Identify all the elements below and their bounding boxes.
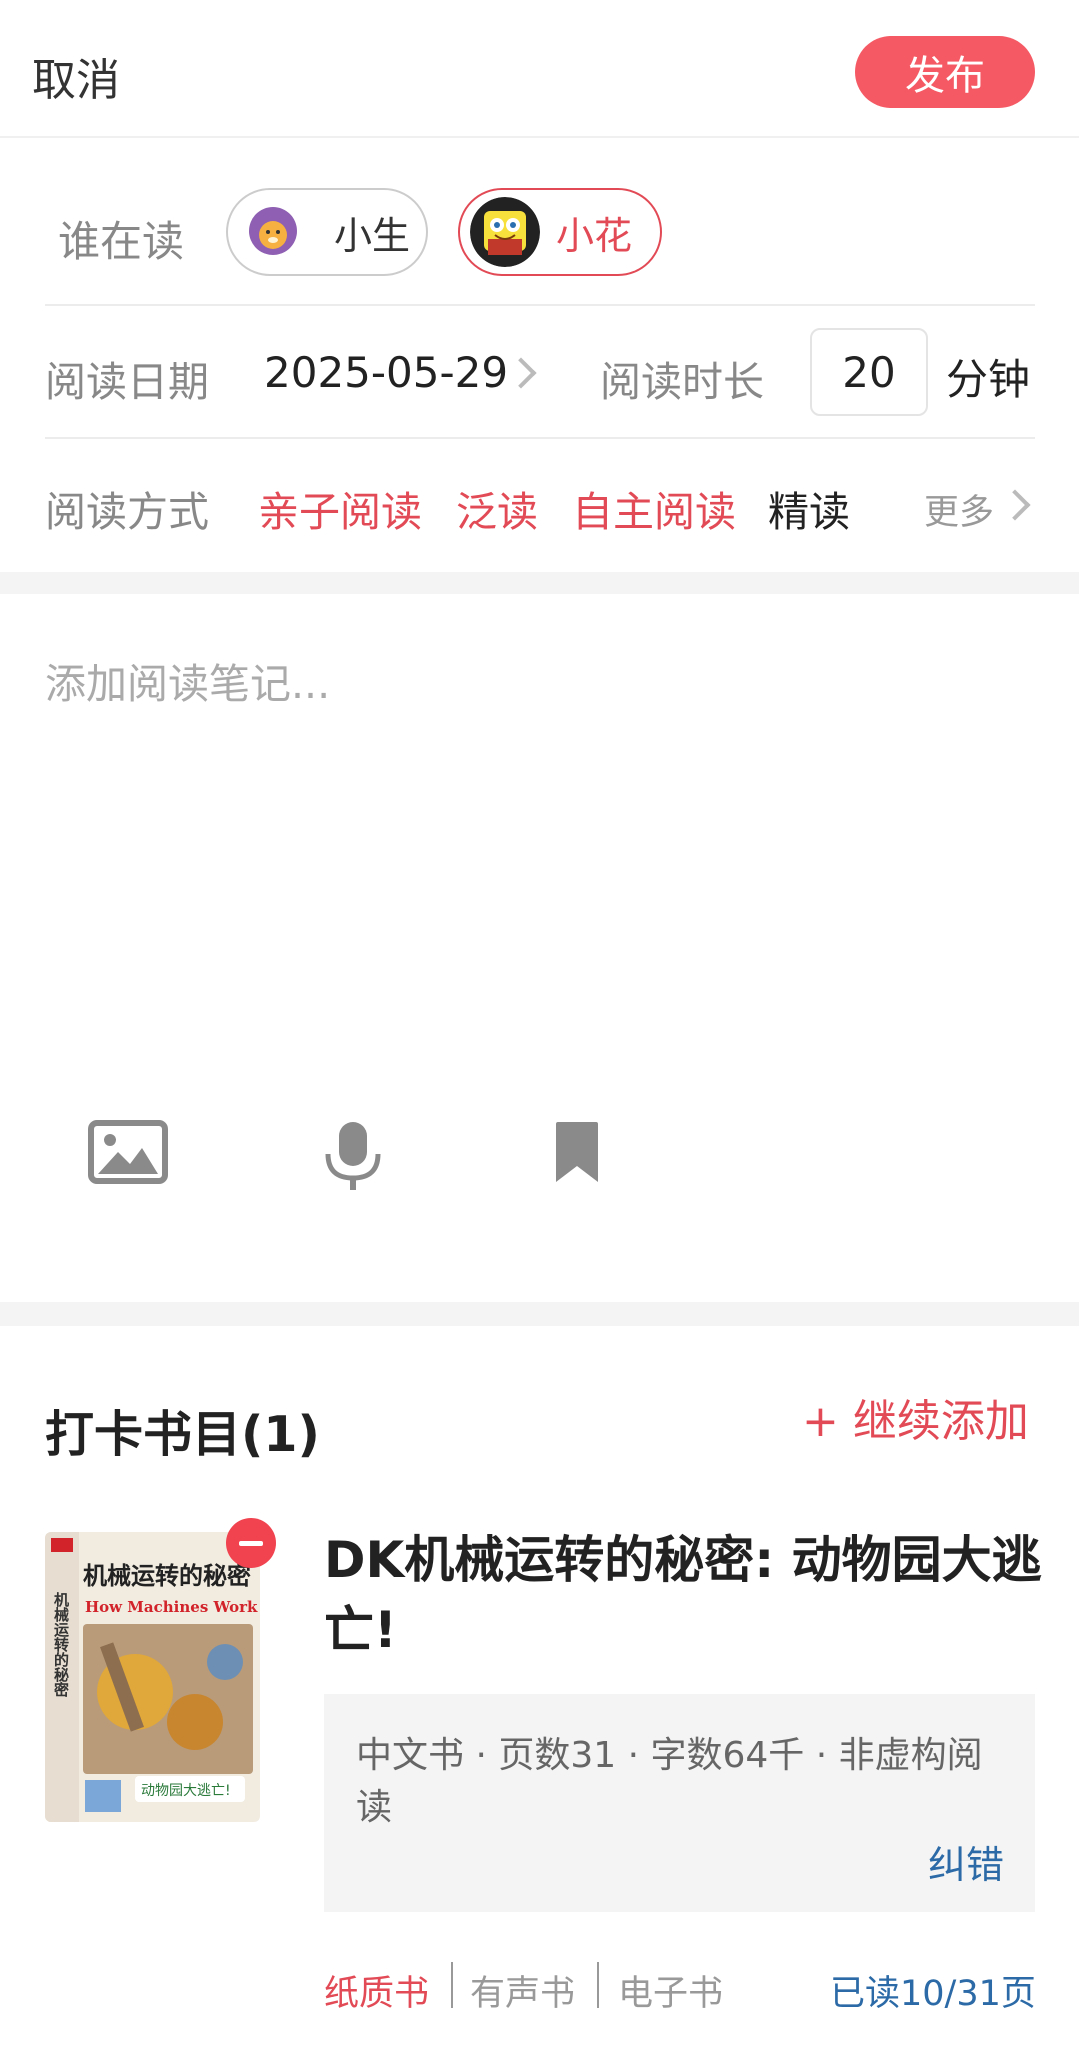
reader-chip-xiaosheng[interactable]: 小生 — [226, 188, 428, 276]
reader-label: 谁在读 — [58, 217, 185, 266]
divider — [597, 1962, 599, 2008]
svg-text:动物园大逃亡!: 动物园大逃亡! — [141, 1783, 231, 1799]
duration-unit: 分钟 — [946, 355, 1031, 404]
section-gap — [0, 572, 1079, 594]
mode-label: 阅读方式 — [45, 488, 209, 536]
report-error-link[interactable]: 纠错 — [928, 1834, 1004, 1889]
chevron-right-icon[interactable] — [999, 489, 1031, 521]
book-info-box: 中文书 · 页数31 · 字数64千 · 非虚构阅读 纠错 — [324, 1694, 1035, 1912]
svg-text:How Machines Work: How Machines Work — [85, 1598, 258, 1616]
mode-option-intensive[interactable]: 精读 — [768, 478, 850, 538]
add-book-button[interactable]: + 继续添加 — [802, 1385, 1029, 1449]
format-ebook[interactable]: 电子书 — [618, 1965, 723, 2016]
reading-mode-row: 阅读方式 亲子阅读 泛读 自主阅读 精读 更多 — [0, 450, 1079, 560]
divider — [45, 304, 1035, 306]
divider — [45, 437, 1035, 439]
cancel-button[interactable]: 取消 — [32, 44, 120, 108]
note-input[interactable]: 添加阅读笔记... — [45, 650, 330, 710]
book-cover[interactable]: 机械运转的秘密 How Machines Work 机械运转的秘密 动物园大逃亡… — [45, 1532, 260, 1822]
reader-name: 小生 — [334, 213, 411, 258]
divider — [451, 1962, 453, 2008]
book-title[interactable]: DK机械运转的秘密: 动物园大逃亡! — [324, 1525, 1044, 1665]
date-duration-row: 阅读日期 2025-05-29 阅读时长 20 分钟 — [0, 318, 1079, 428]
svg-text:机械运转的秘密: 机械运转的秘密 — [52, 1591, 70, 1698]
duration-label: 阅读时长 — [600, 358, 764, 406]
lion-avatar-icon — [238, 197, 308, 267]
sponge-avatar-icon — [470, 197, 540, 267]
reader-chip-xiaohua[interactable]: 小花 — [458, 188, 662, 276]
image-icon[interactable] — [88, 1120, 168, 1188]
top-bar: 取消 发布 — [0, 0, 1079, 138]
chevron-right-icon[interactable] — [505, 357, 537, 389]
reader-name: 小花 — [556, 213, 633, 258]
publish-button[interactable]: 发布 — [855, 36, 1035, 108]
book-list-title: 打卡书目(1) — [45, 1406, 320, 1463]
microphone-icon[interactable] — [322, 1120, 384, 1196]
mode-option-extensive[interactable]: 泛读 — [456, 478, 538, 538]
reader-selector: 谁在读 小生 小花 — [0, 180, 1079, 280]
reading-progress[interactable]: 已读10/31页 — [830, 1965, 1036, 2016]
svg-text:机械运转的秘密: 机械运转的秘密 — [83, 1561, 251, 1590]
date-value[interactable]: 2025-05-29 — [264, 348, 508, 397]
bookmark-icon[interactable] — [552, 1120, 602, 1188]
book-info: 中文书 · 页数31 · 字数64千 · 非虚构阅读 — [356, 1735, 983, 1828]
date-label: 阅读日期 — [45, 358, 209, 406]
format-audio[interactable]: 有声书 — [470, 1965, 575, 2016]
mode-option-parent-child[interactable]: 亲子阅读 — [258, 478, 422, 538]
format-paper[interactable]: 纸质书 — [324, 1965, 429, 2016]
more-modes-button[interactable]: 更多 — [924, 484, 994, 535]
section-gap — [0, 1302, 1079, 1326]
duration-input[interactable]: 20 — [810, 328, 928, 416]
remove-book-button[interactable] — [226, 1518, 276, 1568]
mode-option-independent[interactable]: 自主阅读 — [572, 478, 736, 538]
